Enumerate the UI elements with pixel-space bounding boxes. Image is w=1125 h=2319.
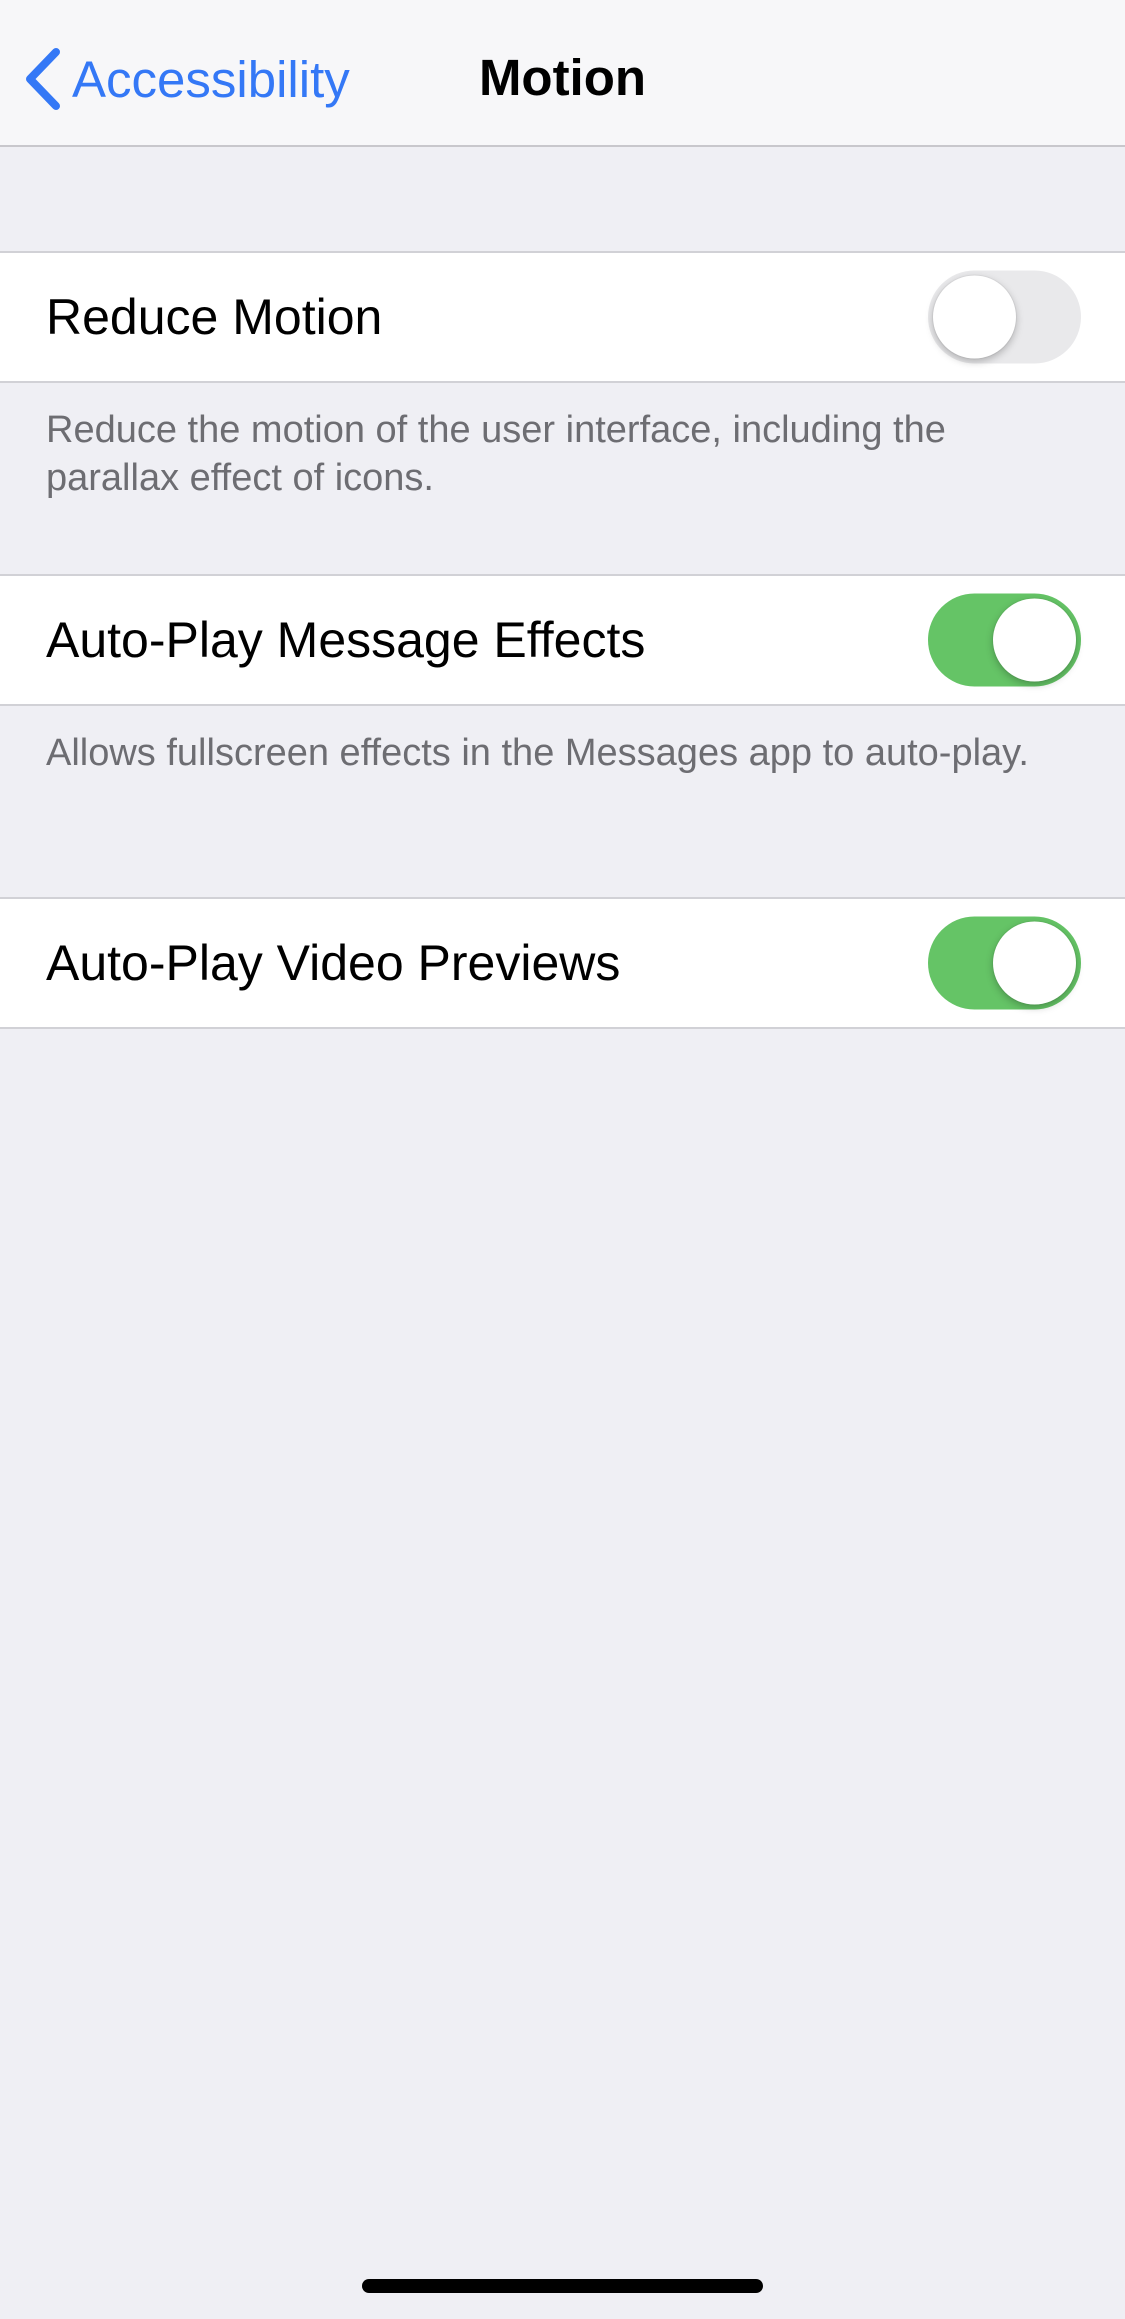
toggle-knob	[993, 598, 1076, 682]
setting-label: Auto-Play Message Effects	[46, 612, 646, 668]
page-title: Motion	[478, 49, 647, 106]
auto-play-video-previews-toggle[interactable]	[928, 916, 1081, 1010]
setting-row-reduce-motion: Reduce Motion	[0, 253, 1125, 381]
home-indicator[interactable]	[362, 2279, 763, 2293]
settings-group-message-effects: Auto-Play Message Effects	[0, 574, 1125, 706]
setting-row-message-effects: Auto-Play Message Effects	[0, 576, 1125, 704]
setting-row-video-previews: Auto-Play Video Previews	[0, 899, 1125, 1027]
toggle-knob	[993, 921, 1076, 1005]
settings-group-reduce-motion: Reduce Motion	[0, 251, 1125, 383]
reduce-motion-toggle[interactable]	[928, 270, 1081, 364]
setting-footer-reduce-motion: Reduce the motion of the user interface,…	[46, 409, 946, 499]
setting-label: Reduce Motion	[46, 289, 383, 345]
setting-footer-message-effects: Allows fullscreen effects in the Message…	[46, 732, 1029, 774]
auto-play-message-effects-toggle[interactable]	[928, 593, 1081, 687]
toggle-knob	[933, 275, 1016, 359]
navigation-bar: Accessibility Motion	[0, 0, 1125, 147]
setting-label: Auto-Play Video Previews	[46, 935, 621, 991]
settings-group-video-previews: Auto-Play Video Previews	[0, 897, 1125, 1029]
